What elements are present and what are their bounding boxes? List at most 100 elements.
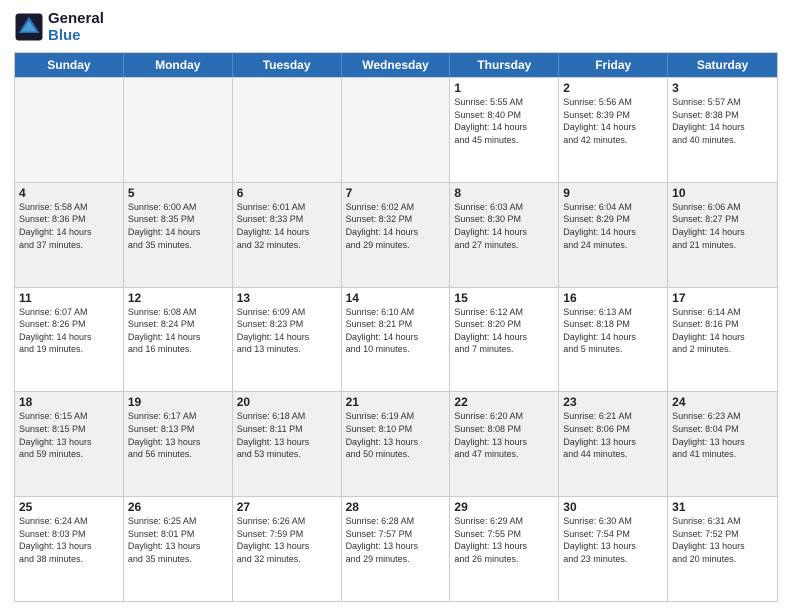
calendar-cell: 15Sunrise: 6:12 AM Sunset: 8:20 PM Dayli…: [450, 288, 559, 392]
calendar-cell: 10Sunrise: 6:06 AM Sunset: 8:27 PM Dayli…: [668, 183, 777, 287]
calendar-cell: 9Sunrise: 6:04 AM Sunset: 8:29 PM Daylig…: [559, 183, 668, 287]
calendar-cell: 28Sunrise: 6:28 AM Sunset: 7:57 PM Dayli…: [342, 497, 451, 601]
cell-text: Sunrise: 6:13 AM Sunset: 8:18 PM Dayligh…: [563, 306, 663, 356]
calendar-cell: 13Sunrise: 6:09 AM Sunset: 8:23 PM Dayli…: [233, 288, 342, 392]
calendar-cell: 4Sunrise: 5:58 AM Sunset: 8:36 PM Daylig…: [15, 183, 124, 287]
calendar-row: 18Sunrise: 6:15 AM Sunset: 8:15 PM Dayli…: [15, 391, 777, 496]
calendar-cell: 23Sunrise: 6:21 AM Sunset: 8:06 PM Dayli…: [559, 392, 668, 496]
calendar-cell: 18Sunrise: 6:15 AM Sunset: 8:15 PM Dayli…: [15, 392, 124, 496]
calendar-cell: [233, 78, 342, 182]
day-number: 6: [237, 186, 337, 200]
calendar-cell: 30Sunrise: 6:30 AM Sunset: 7:54 PM Dayli…: [559, 497, 668, 601]
header-day: Thursday: [450, 53, 559, 77]
cell-text: Sunrise: 6:26 AM Sunset: 7:59 PM Dayligh…: [237, 515, 337, 565]
day-number: 20: [237, 395, 337, 409]
cell-text: Sunrise: 6:03 AM Sunset: 8:30 PM Dayligh…: [454, 201, 554, 251]
calendar-cell: [342, 78, 451, 182]
header: General Blue: [14, 10, 778, 44]
calendar-row: 4Sunrise: 5:58 AM Sunset: 8:36 PM Daylig…: [15, 182, 777, 287]
day-number: 31: [672, 500, 773, 514]
day-number: 21: [346, 395, 446, 409]
calendar-cell: 25Sunrise: 6:24 AM Sunset: 8:03 PM Dayli…: [15, 497, 124, 601]
header-day: Monday: [124, 53, 233, 77]
header-day: Tuesday: [233, 53, 342, 77]
day-number: 5: [128, 186, 228, 200]
cell-text: Sunrise: 6:29 AM Sunset: 7:55 PM Dayligh…: [454, 515, 554, 565]
calendar-cell: 6Sunrise: 6:01 AM Sunset: 8:33 PM Daylig…: [233, 183, 342, 287]
page: General Blue SundayMondayTuesdayWednesda…: [0, 0, 792, 612]
day-number: 26: [128, 500, 228, 514]
calendar-cell: 24Sunrise: 6:23 AM Sunset: 8:04 PM Dayli…: [668, 392, 777, 496]
header-day: Friday: [559, 53, 668, 77]
logo: General Blue: [14, 10, 104, 44]
calendar-cell: 5Sunrise: 6:00 AM Sunset: 8:35 PM Daylig…: [124, 183, 233, 287]
day-number: 27: [237, 500, 337, 514]
calendar-cell: 16Sunrise: 6:13 AM Sunset: 8:18 PM Dayli…: [559, 288, 668, 392]
cell-text: Sunrise: 5:57 AM Sunset: 8:38 PM Dayligh…: [672, 96, 773, 146]
calendar-row: 25Sunrise: 6:24 AM Sunset: 8:03 PM Dayli…: [15, 496, 777, 601]
header-day: Wednesday: [342, 53, 451, 77]
day-number: 16: [563, 291, 663, 305]
cell-text: Sunrise: 6:24 AM Sunset: 8:03 PM Dayligh…: [19, 515, 119, 565]
cell-text: Sunrise: 6:12 AM Sunset: 8:20 PM Dayligh…: [454, 306, 554, 356]
day-number: 14: [346, 291, 446, 305]
day-number: 25: [19, 500, 119, 514]
day-number: 4: [19, 186, 119, 200]
cell-text: Sunrise: 6:20 AM Sunset: 8:08 PM Dayligh…: [454, 410, 554, 460]
calendar-cell: [15, 78, 124, 182]
day-number: 12: [128, 291, 228, 305]
cell-text: Sunrise: 6:23 AM Sunset: 8:04 PM Dayligh…: [672, 410, 773, 460]
calendar-cell: 19Sunrise: 6:17 AM Sunset: 8:13 PM Dayli…: [124, 392, 233, 496]
calendar-cell: 11Sunrise: 6:07 AM Sunset: 8:26 PM Dayli…: [15, 288, 124, 392]
day-number: 3: [672, 81, 773, 95]
day-number: 18: [19, 395, 119, 409]
cell-text: Sunrise: 5:56 AM Sunset: 8:39 PM Dayligh…: [563, 96, 663, 146]
cell-text: Sunrise: 6:25 AM Sunset: 8:01 PM Dayligh…: [128, 515, 228, 565]
calendar-cell: 2Sunrise: 5:56 AM Sunset: 8:39 PM Daylig…: [559, 78, 668, 182]
day-number: 7: [346, 186, 446, 200]
day-number: 19: [128, 395, 228, 409]
calendar-cell: 17Sunrise: 6:14 AM Sunset: 8:16 PM Dayli…: [668, 288, 777, 392]
cell-text: Sunrise: 6:15 AM Sunset: 8:15 PM Dayligh…: [19, 410, 119, 460]
cell-text: Sunrise: 6:07 AM Sunset: 8:26 PM Dayligh…: [19, 306, 119, 356]
cell-text: Sunrise: 6:04 AM Sunset: 8:29 PM Dayligh…: [563, 201, 663, 251]
calendar-cell: 31Sunrise: 6:31 AM Sunset: 7:52 PM Dayli…: [668, 497, 777, 601]
cell-text: Sunrise: 6:21 AM Sunset: 8:06 PM Dayligh…: [563, 410, 663, 460]
day-number: 11: [19, 291, 119, 305]
calendar-body: 1Sunrise: 5:55 AM Sunset: 8:40 PM Daylig…: [15, 77, 777, 601]
calendar-row: 11Sunrise: 6:07 AM Sunset: 8:26 PM Dayli…: [15, 287, 777, 392]
cell-text: Sunrise: 6:09 AM Sunset: 8:23 PM Dayligh…: [237, 306, 337, 356]
day-number: 9: [563, 186, 663, 200]
day-number: 8: [454, 186, 554, 200]
calendar-header: SundayMondayTuesdayWednesdayThursdayFrid…: [15, 53, 777, 77]
day-number: 15: [454, 291, 554, 305]
logo-text: General Blue: [48, 10, 104, 44]
calendar: SundayMondayTuesdayWednesdayThursdayFrid…: [14, 52, 778, 602]
day-number: 28: [346, 500, 446, 514]
calendar-cell: 26Sunrise: 6:25 AM Sunset: 8:01 PM Dayli…: [124, 497, 233, 601]
logo-icon: [14, 12, 44, 42]
cell-text: Sunrise: 6:30 AM Sunset: 7:54 PM Dayligh…: [563, 515, 663, 565]
calendar-cell: [124, 78, 233, 182]
day-number: 23: [563, 395, 663, 409]
calendar-cell: 22Sunrise: 6:20 AM Sunset: 8:08 PM Dayli…: [450, 392, 559, 496]
day-number: 10: [672, 186, 773, 200]
calendar-cell: 29Sunrise: 6:29 AM Sunset: 7:55 PM Dayli…: [450, 497, 559, 601]
header-day: Saturday: [668, 53, 777, 77]
cell-text: Sunrise: 6:00 AM Sunset: 8:35 PM Dayligh…: [128, 201, 228, 251]
calendar-cell: 8Sunrise: 6:03 AM Sunset: 8:30 PM Daylig…: [450, 183, 559, 287]
cell-text: Sunrise: 5:55 AM Sunset: 8:40 PM Dayligh…: [454, 96, 554, 146]
day-number: 13: [237, 291, 337, 305]
calendar-cell: 20Sunrise: 6:18 AM Sunset: 8:11 PM Dayli…: [233, 392, 342, 496]
calendar-cell: 21Sunrise: 6:19 AM Sunset: 8:10 PM Dayli…: [342, 392, 451, 496]
cell-text: Sunrise: 6:31 AM Sunset: 7:52 PM Dayligh…: [672, 515, 773, 565]
calendar-row: 1Sunrise: 5:55 AM Sunset: 8:40 PM Daylig…: [15, 77, 777, 182]
calendar-cell: 3Sunrise: 5:57 AM Sunset: 8:38 PM Daylig…: [668, 78, 777, 182]
cell-text: Sunrise: 5:58 AM Sunset: 8:36 PM Dayligh…: [19, 201, 119, 251]
cell-text: Sunrise: 6:01 AM Sunset: 8:33 PM Dayligh…: [237, 201, 337, 251]
cell-text: Sunrise: 6:08 AM Sunset: 8:24 PM Dayligh…: [128, 306, 228, 356]
day-number: 2: [563, 81, 663, 95]
calendar-cell: 14Sunrise: 6:10 AM Sunset: 8:21 PM Dayli…: [342, 288, 451, 392]
calendar-cell: 12Sunrise: 6:08 AM Sunset: 8:24 PM Dayli…: [124, 288, 233, 392]
cell-text: Sunrise: 6:17 AM Sunset: 8:13 PM Dayligh…: [128, 410, 228, 460]
